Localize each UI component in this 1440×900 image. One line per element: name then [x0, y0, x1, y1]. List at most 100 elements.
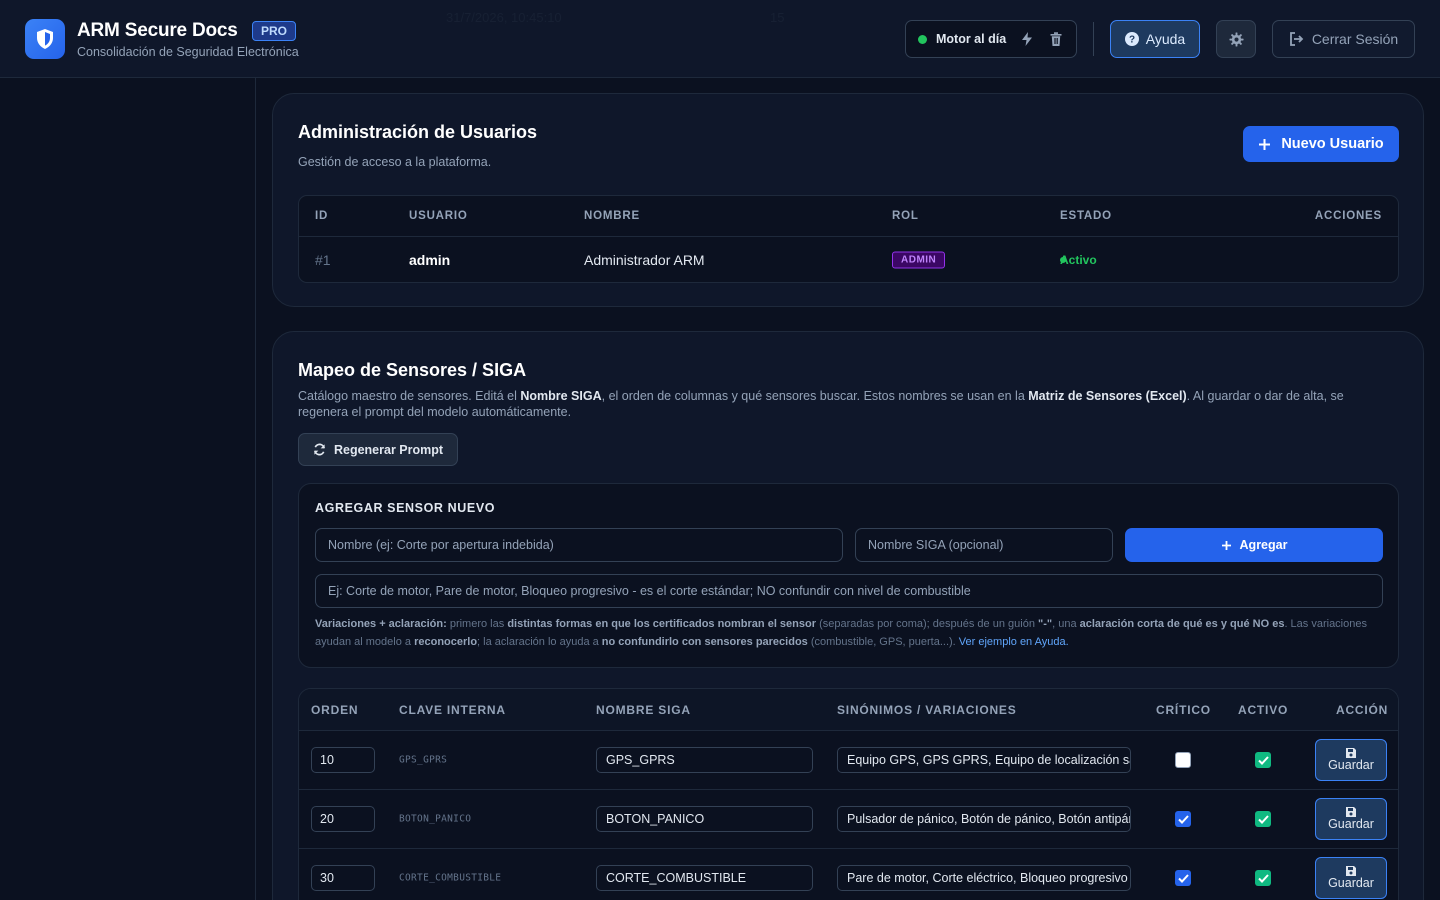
plus-icon [1259, 138, 1271, 150]
internal-key: GPS_GPRS [399, 754, 448, 766]
table-row[interactable]: #1 admin Administrador ARM ADMIN Activo [299, 237, 1398, 282]
save-button[interactable]: Guardar [1315, 798, 1387, 840]
check-icon [1177, 814, 1189, 824]
order-input[interactable]: 30 [311, 865, 375, 891]
siga-name-input[interactable] [855, 528, 1113, 562]
order-input[interactable]: 10 [311, 747, 375, 773]
app-title: ARM Secure Docs [77, 20, 238, 41]
synonyms-field[interactable]: Pare de motor, Corte eléctrico, Bloqueo … [837, 865, 1131, 891]
check-icon [1177, 873, 1189, 883]
new-user-label: Nuevo Usuario [1281, 136, 1384, 152]
hint-part: primero las [446, 618, 508, 630]
regenerate-prompt-button[interactable]: Regenerar Prompt [298, 433, 458, 466]
critical-checkbox[interactable] [1175, 870, 1191, 886]
col-orden: ORDEN [311, 702, 359, 717]
table-row: 10 GPS_GPRS GPS_GPRS Equipo GPS, GPS GPR… [299, 731, 1398, 790]
logout-button[interactable]: Cerrar Sesión [1272, 20, 1415, 58]
hint-bold: no confundirlo con sensores parecidos [601, 636, 808, 648]
app-subtitle: Consolidación de Seguridad Electrónica [77, 45, 299, 59]
col-accion: ACCIÓN [1336, 702, 1389, 717]
users-table-header: ID USUARIO NOMBRE ROL ESTADO ACCIONES [299, 196, 1398, 237]
col-acciones: ACCIONES [1314, 210, 1382, 222]
motor-status-label: Motor al día [936, 32, 1007, 46]
check-icon [1257, 873, 1269, 883]
variations-input[interactable] [315, 574, 1383, 608]
app-logo [25, 19, 65, 59]
plus-icon [1221, 540, 1231, 550]
trash-icon[interactable] [1048, 31, 1064, 47]
pro-badge: PRO [252, 21, 297, 41]
col-activo: ACTIVO [1238, 702, 1289, 717]
new-user-button[interactable]: Nuevo Usuario [1243, 126, 1399, 162]
synonyms-field[interactable]: Pulsador de pánico, Botón de pánico, Bot… [837, 806, 1131, 832]
users-card: Administración de Usuarios Gestión de ac… [272, 93, 1424, 307]
save-label: Guardar [1328, 876, 1374, 890]
col-critico: CRÍTICO [1156, 702, 1211, 717]
sensors-description: Catálogo maestro de sensores. Editá el N… [298, 388, 1388, 420]
logout-label: Cerrar Sesión [1311, 31, 1399, 47]
add-sensor-button[interactable]: Agregar [1125, 528, 1383, 562]
help-example-link[interactable]: Ver ejemplo en Ayuda. [959, 636, 1069, 648]
check-icon [1257, 755, 1269, 765]
ghost-count: 15 [770, 10, 785, 25]
sensor-name-input[interactable] [315, 528, 843, 562]
active-checkbox[interactable] [1255, 811, 1271, 827]
col-estado: ESTADO [1060, 210, 1112, 222]
siga-name-field[interactable]: BOTON_PANICO [596, 806, 813, 832]
users-subtitle: Gestión de acceso a la plataforma. [298, 155, 492, 169]
col-sinonimos: SINÓNIMOS / VARIACIONES [837, 702, 1017, 717]
settings-button[interactable] [1216, 20, 1256, 58]
floppy-icon [1346, 866, 1356, 876]
desc-bold: Matriz de Sensores (Excel) [1028, 389, 1187, 403]
help-button[interactable]: ? Ayuda [1110, 20, 1200, 58]
hint-bold: Variaciones + aclaración: [315, 618, 447, 630]
add-sensor-label: Agregar [1239, 538, 1288, 552]
role-badge-label: ADMIN [892, 251, 946, 269]
hint-part: (combustible, GPS, puerta...). [807, 636, 959, 648]
save-label: Guardar [1328, 817, 1374, 831]
order-input[interactable]: 20 [311, 806, 375, 832]
sensors-table: ORDEN CLAVE INTERNA NOMBRE SIGA SINÓNIMO… [298, 688, 1399, 900]
col-clave: CLAVE INTERNA [399, 702, 506, 717]
save-button[interactable]: Guardar [1315, 857, 1387, 899]
user-username: admin [409, 252, 451, 268]
col-siga: NOMBRE SIGA [596, 702, 691, 717]
table-row: 20 BOTON_PANICO BOTON_PANICO Pulsador de… [299, 790, 1398, 849]
col-nombre: NOMBRE [584, 210, 640, 222]
siga-name-field[interactable]: CORTE_COMBUSTIBLE [596, 865, 813, 891]
save-label: Guardar [1328, 758, 1374, 772]
users-table: ID USUARIO NOMBRE ROL ESTADO ACCIONES #1… [298, 195, 1399, 283]
synonyms-field[interactable]: Equipo GPS, GPS GPRS, Equipo de localiza… [837, 747, 1131, 773]
siga-name-field[interactable]: GPS_GPRS [596, 747, 813, 773]
hint-part: , una [1052, 618, 1080, 630]
active-checkbox[interactable] [1255, 870, 1271, 886]
user-id: #1 [315, 252, 331, 268]
lightning-icon[interactable] [1019, 31, 1035, 47]
add-sensor-title: AGREGAR SENSOR NUEVO [315, 501, 496, 515]
desc-part: , el orden de columnas y qué sensores bu… [601, 389, 1029, 403]
logout-icon [1289, 32, 1304, 46]
hint-bold: distintas formas en que los certificados… [507, 618, 817, 630]
sensors-table-header: ORDEN CLAVE INTERNA NOMBRE SIGA SINÓNIMO… [299, 689, 1398, 731]
desc-part: Catálogo maestro de sensores. Editá el [298, 389, 521, 403]
table-row: 30 CORTE_COMBUSTIBLE CORTE_COMBUSTIBLE P… [299, 849, 1398, 900]
status-dot [918, 34, 927, 44]
sensors-card: Mapeo de Sensores / SIGA Catálogo maestr… [272, 331, 1424, 900]
desc-bold: Nombre SIGA [520, 389, 602, 403]
active-checkbox[interactable] [1255, 752, 1271, 768]
hint-bold: reconocerlo [414, 636, 478, 648]
critical-checkbox[interactable] [1175, 752, 1191, 768]
user-fullname: Administrador ARM [584, 252, 705, 268]
add-sensor-panel: AGREGAR SENSOR NUEVO Agregar Variaciones… [298, 483, 1399, 668]
save-button[interactable]: Guardar [1315, 739, 1387, 781]
shield-icon [37, 29, 53, 49]
check-icon [1257, 814, 1269, 824]
internal-key: BOTON_PANICO [399, 813, 472, 825]
status-label: Activo [1060, 253, 1097, 267]
ghost-timestamp: 31/7/2026, 10:45:10 [446, 10, 562, 25]
hint-part: (separadas por coma); después de un guió… [816, 618, 1038, 630]
col-rol: ROL [892, 210, 919, 222]
critical-checkbox[interactable] [1175, 811, 1191, 827]
internal-key: CORTE_COMBUSTIBLE [399, 872, 502, 884]
hint-bold: "-" [1038, 618, 1053, 630]
